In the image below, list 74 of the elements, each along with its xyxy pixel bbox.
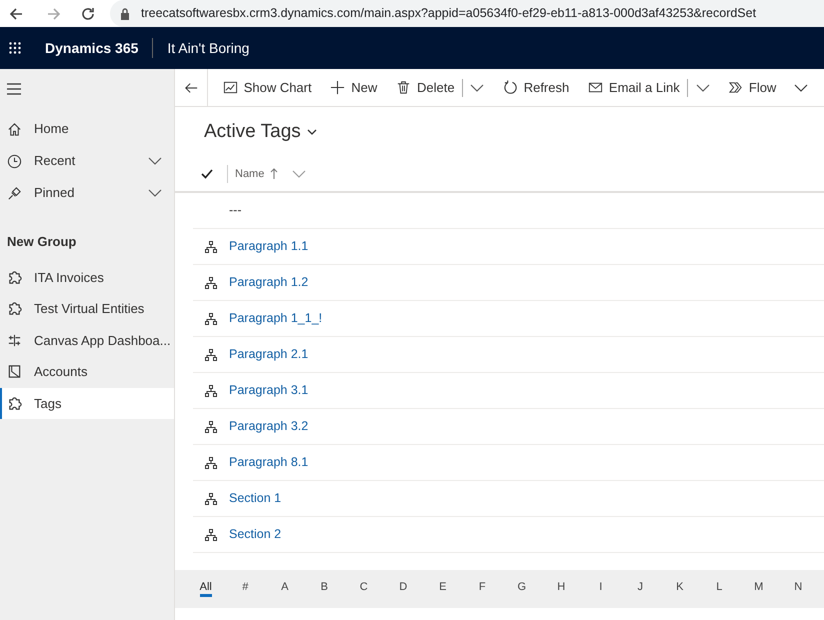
table-cell-text: ---: [229, 202, 242, 220]
letter-filter[interactable]: H: [557, 581, 566, 597]
refresh-icon: [502, 80, 518, 95]
chevron-down-icon: [470, 84, 484, 92]
nav-item[interactable]: Accounts: [0, 356, 174, 388]
letter-filter[interactable]: B: [320, 581, 328, 597]
app-name[interactable]: It Ain't Boring: [167, 38, 250, 58]
url-text: treecatsoftwaresbx.crm3.dynamics.com/main.aspx?appid=a05634f0-ef29-eb11-a813-000d3af43253&recordSet: [141, 5, 756, 22]
letter-filter[interactable]: #: [242, 581, 248, 597]
letter-filter[interactable]: J: [638, 581, 643, 597]
clock-icon: [7, 154, 22, 168]
dashboard-icon: [7, 332, 22, 348]
letter-filter[interactable]: G: [517, 581, 526, 597]
toolbar-button[interactable]: Refresh: [500, 72, 572, 102]
toolbar-button[interactable]: Show Chart: [220, 72, 315, 102]
letter-filter[interactable]: D: [399, 581, 408, 597]
record-link[interactable]: Section 2: [229, 525, 282, 544]
back-arrow-icon[interactable]: [184, 80, 198, 94]
record-link[interactable]: Paragraph 1_1_!: [229, 309, 322, 328]
toolbar-button[interactable]: Flow: [724, 72, 812, 102]
record-link[interactable]: Paragraph 3.1: [229, 381, 308, 400]
letter-filter[interactable]: E: [439, 581, 446, 597]
chevron-down-icon[interactable]: [306, 129, 317, 135]
letter-filter[interactable]: All: [200, 581, 212, 597]
record-link[interactable]: Section 1: [229, 489, 282, 508]
envelope-icon: [588, 80, 603, 95]
record-link[interactable]: Paragraph 3.2: [229, 417, 308, 436]
letter-filter[interactable]: M: [754, 581, 764, 597]
plus-icon: [330, 80, 346, 95]
nav-item[interactable]: Canvas App Dashboa...: [0, 324, 174, 356]
trash-icon: [396, 80, 411, 95]
nav-item[interactable]: Pinned: [0, 177, 174, 209]
puzzle-icon: [7, 301, 22, 316]
address-bar[interactable]: treecatsoftwaresbx.crm3.dynamics.com/main.aspx?appid=a05634f0-ef29-eb11-a813-000d3af43253&recordSet: [110, 0, 824, 27]
home-icon: [7, 122, 22, 136]
record-link[interactable]: Paragraph 8.1: [229, 453, 308, 472]
puzzle-icon: [7, 396, 22, 411]
puzzle-icon: [7, 270, 22, 285]
lock-icon: [120, 8, 130, 20]
column-header[interactable]: Name: [235, 166, 306, 182]
flow-icon: [728, 80, 743, 95]
nav-item[interactable]: Tags: [0, 388, 174, 419]
letter-filter[interactable]: I: [599, 581, 602, 597]
pin-icon: [7, 186, 22, 200]
letter-filter[interactable]: A: [281, 581, 288, 597]
record-link[interactable]: Paragraph 1.2: [229, 273, 308, 292]
toolbar-button[interactable]: New: [327, 72, 380, 102]
letter-filter[interactable]: L: [716, 581, 722, 597]
nav-item[interactable]: Test Virtual Entities: [0, 293, 174, 324]
toolbar-button[interactable]: Delete: [392, 72, 458, 102]
sort-up-arrow-icon: [270, 168, 278, 180]
chevron-down-icon: [794, 84, 808, 92]
product-name[interactable]: Dynamics 365: [45, 38, 138, 58]
chart-icon: [222, 80, 238, 95]
nav-item[interactable]: Home: [0, 113, 174, 145]
group-heading: New Group: [7, 233, 78, 251]
record-link[interactable]: Paragraph 1.1: [229, 237, 308, 256]
app-launcher-icon[interactable]: [9, 42, 21, 54]
select-all-checkmark-icon[interactable]: [201, 169, 213, 179]
chevron-down-icon: [696, 84, 710, 92]
reload-icon[interactable]: [80, 6, 96, 22]
chevron-down-icon: [292, 170, 306, 178]
account-icon: [7, 364, 22, 380]
letter-filter[interactable]: K: [676, 581, 684, 597]
letter-filter[interactable]: C: [360, 581, 368, 597]
nav-item[interactable]: Recent: [0, 145, 174, 177]
letter-filter[interactable]: N: [794, 581, 802, 597]
letter-filter[interactable]: F: [478, 581, 486, 597]
toolbar-button[interactable]: Email a Link: [584, 72, 683, 102]
view-title[interactable]: Active Tags: [204, 118, 301, 146]
nav-item[interactable]: ITA Invoices: [0, 262, 174, 293]
record-link[interactable]: Paragraph 2.1: [229, 345, 308, 364]
menu-icon[interactable]: [7, 83, 21, 95]
back-icon[interactable]: [8, 6, 24, 22]
